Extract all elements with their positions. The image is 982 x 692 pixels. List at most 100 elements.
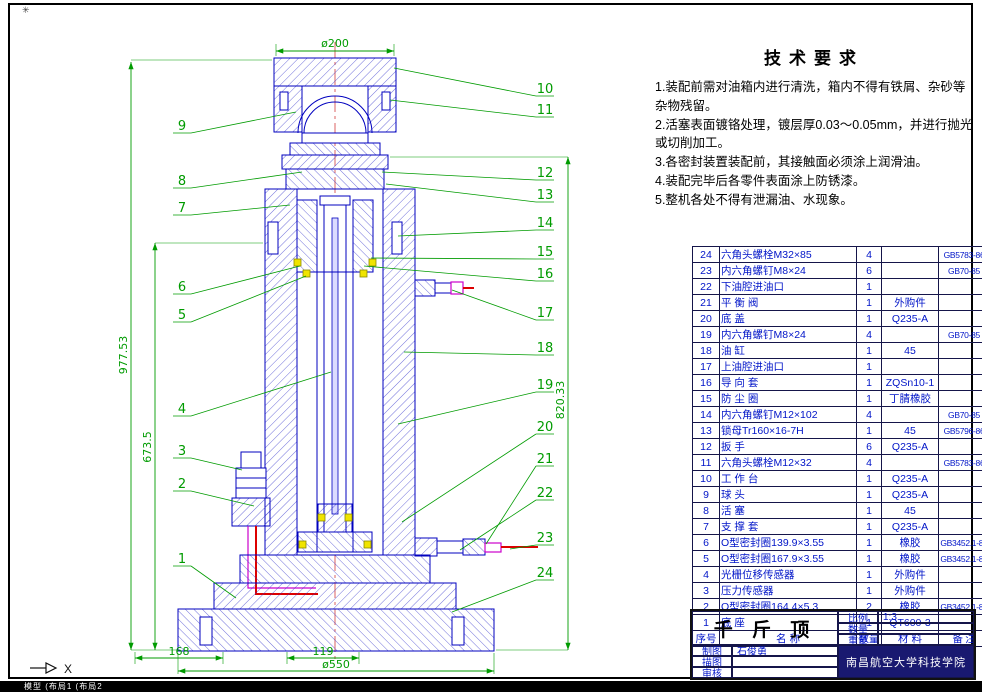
bom-row: 16 导 向 套 1 ZQSn10-1: [692, 374, 982, 391]
bom-row: 3 压力传感器 1 外购件: [692, 582, 982, 599]
bom-cell-name: 内六角螺钉M8×24: [719, 262, 857, 279]
bom-cell-name: 下油腔进油口: [719, 278, 857, 295]
cad-sheet: ✳ ø200 977.53 673.5 820.33 168 119 ø550 …: [0, 0, 982, 692]
svg-text:168: 168: [169, 645, 190, 658]
bom-cell-no: 7: [692, 518, 720, 535]
bom-cell-name: 支 撑 套: [719, 518, 857, 535]
lock-nut-and-wrench: [281, 132, 389, 190]
bom-cell-qty: 6: [856, 262, 882, 279]
bom-cell-qty: 1: [856, 310, 882, 327]
callout-12: 12: [537, 166, 554, 181]
weight-value: [878, 634, 974, 645]
bom-cell-no: 3: [692, 582, 720, 599]
callout-5: 5: [178, 308, 186, 323]
bom-cell-name: 平 衡 阀: [719, 294, 857, 311]
bom-cell-no: 17: [692, 358, 720, 375]
svg-text:977.53: 977.53: [117, 336, 130, 375]
bom-cell-name: 球 头: [719, 486, 857, 503]
bom-cell-material: 橡胶: [881, 534, 939, 551]
bom-cell-qty: 1: [856, 342, 882, 359]
lower-oil-port-and-balance-valve: [414, 537, 538, 557]
checker-label: 审核: [692, 667, 732, 678]
bom-cell-no: 15: [692, 390, 720, 407]
bom-row: 19 内六角螺钉M8×24 4 GB70-85: [692, 326, 982, 343]
weight-label: 重量: [838, 634, 878, 645]
callout-21: 21: [537, 452, 554, 467]
bom-cell-name: 压力传感器: [719, 582, 857, 599]
bom-cell-no: 10: [692, 470, 720, 487]
tech-requirements-title: 技术要求: [764, 49, 864, 68]
bom-row: 20 底 盖 1 Q235-A: [692, 310, 982, 327]
cylinder-body: [264, 188, 416, 556]
bom-row: 13 锁母Tr160×16-7H 1 45 GB5796-86: [692, 422, 982, 439]
bom-cell-qty: 1: [856, 486, 882, 503]
bom-cell-qty: 1: [856, 358, 882, 375]
bom-cell-remark: [938, 310, 982, 327]
svg-text:ø550: ø550: [322, 658, 350, 671]
bom-cell-no: 8: [692, 502, 720, 519]
bom-cell-material: Q235-A: [881, 310, 939, 327]
bom-cell-qty: 6: [856, 438, 882, 455]
bom-cell-material: Q235-A: [881, 518, 939, 535]
bom-row: 14 内六角螺钉M12×102 4 GB70-85: [692, 406, 982, 423]
svg-text:119: 119: [313, 645, 334, 658]
bom-row: 24 六角头螺栓M32×85 4 GB5783-86: [692, 246, 982, 263]
bom-cell-material: ZQSn10-1: [881, 374, 939, 391]
bom-cell-name: 锁母Tr160×16-7H: [719, 422, 857, 439]
callout-18: 18: [537, 341, 554, 356]
svg-text:673.5: 673.5: [141, 431, 154, 463]
bom-cell-no: 14: [692, 406, 720, 423]
upper-oil-port-fitting: [414, 279, 474, 297]
tech-requirements: 技术要求 1.装配前需对油箱内进行清洗，箱内不得有铁屑、杂砂等杂物残留。 2.活…: [655, 44, 973, 209]
bom-cell-material: Q235-A: [881, 486, 939, 503]
callout-3: 3: [178, 444, 186, 459]
bom-cell-no: 6: [692, 534, 720, 551]
bom-cell-name: 油 缸: [719, 342, 857, 359]
bom-cell-no: 19: [692, 326, 720, 343]
bom-cell-remark: [938, 358, 982, 375]
drafter-name: 石俊勇: [732, 645, 838, 656]
tech-requirement-item: 3.各密封装置装配前，其接触面必须涂上润滑油。: [655, 155, 928, 169]
bom-cell-no: 16: [692, 374, 720, 391]
bom-cell-name: 导 向 套: [719, 374, 857, 391]
bom-row: 9球 头 1 Q235-A: [692, 486, 982, 503]
bom-cell-remark: [938, 342, 982, 359]
model-layout-tabs[interactable]: 模型 (布局1 (布局2: [24, 682, 103, 691]
bom-cell-no: 20: [692, 310, 720, 327]
bom-cell-material: [881, 406, 939, 423]
bom-cell-name: 底 盖: [719, 310, 857, 327]
bom-cell-qty: 1: [856, 534, 882, 551]
bom-cell-material: [881, 246, 939, 263]
bom-cell-remark: [938, 502, 982, 519]
bom-cell-material: 橡胶: [881, 550, 939, 567]
callout-4: 4: [178, 402, 186, 417]
bom-row: 15 防 尘 圈 1 丁腈橡胶: [692, 390, 982, 407]
bom-cell-qty: 1: [856, 278, 882, 295]
bom-cell-material: [881, 262, 939, 279]
bom-cell-material: [881, 326, 939, 343]
bom-cell-remark: GB5796-86: [938, 422, 982, 439]
bom-row: 7支 撑 套 1 Q235-A: [692, 518, 982, 535]
layout-tab-bar[interactable]: 模型 (布局1 (布局2: [0, 681, 982, 692]
callout-8: 8: [178, 174, 186, 189]
tech-requirement-item: 2.活塞表面镀铬处理，镀层厚0.03～0.05mm，并进行抛光或切削加工。: [655, 117, 973, 151]
callout-15: 15: [537, 245, 554, 260]
bom-cell-remark: [938, 486, 982, 503]
callout-7: 7: [178, 201, 186, 216]
callout-16: 16: [537, 267, 554, 282]
callout-23: 23: [537, 531, 554, 546]
bom-cell-qty: 1: [856, 518, 882, 535]
bom-cell-no: 24: [692, 246, 720, 263]
tech-requirement-item: 1.装配前需对油箱内进行清洗，箱内不得有铁屑、杂砂等杂物残留。: [655, 80, 966, 113]
svg-text:ø200: ø200: [321, 37, 349, 50]
callout-20: 20: [537, 420, 554, 435]
title-block: 千 斤 顶 比例 1:3 数量 重量 制图 石俊勇 描图 审核 南昌航空大学科技…: [690, 609, 976, 680]
bom-cell-material: 45: [881, 422, 939, 439]
bom-cell-remark: [938, 278, 982, 295]
bom-row: 5O型密封圈167.9×3.551橡胶GB3452.1-82: [692, 550, 982, 567]
bom-cell-no: 5: [692, 550, 720, 567]
bom-cell-qty: 1: [856, 470, 882, 487]
bom-table: 24 六角头螺栓M32×85 4 GB5783-86 23 内六角螺钉M8×24 6 GB7…: [692, 246, 982, 647]
drafter-label: 制图: [692, 645, 732, 656]
bom-cell-material: 外购件: [881, 582, 939, 599]
